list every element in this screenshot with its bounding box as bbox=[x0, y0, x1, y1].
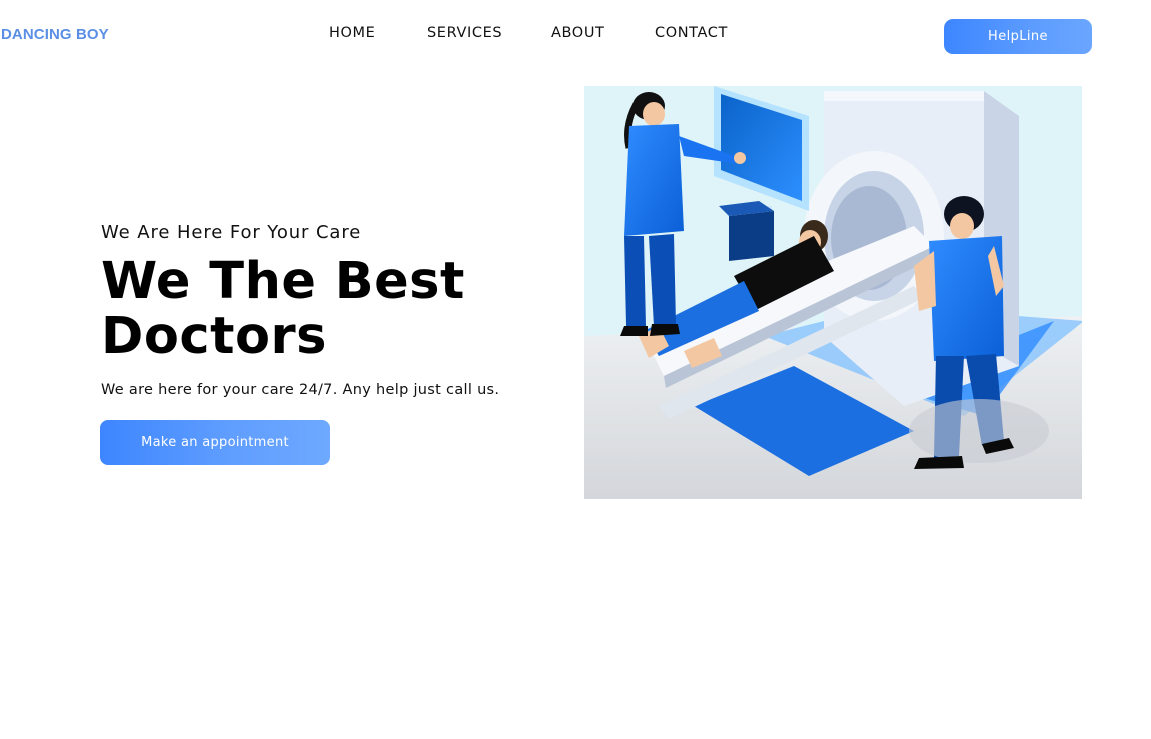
nav-link-home[interactable]: HOME bbox=[329, 25, 375, 41]
hero-illustration bbox=[584, 86, 1082, 499]
nav-link-about[interactable]: ABOUT bbox=[551, 25, 605, 41]
nav-link-services[interactable]: SERVICES bbox=[427, 25, 502, 41]
nav-link-contact[interactable]: CONTACT bbox=[655, 25, 728, 41]
page: DANCING BOY HOME SERVICES ABOUT CONTACT … bbox=[0, 0, 1151, 739]
hero-title: We The Best Doctors bbox=[101, 252, 465, 366]
mri-scene-illustration bbox=[584, 86, 1082, 499]
hero-subtitle: We Are Here For Your Care bbox=[101, 222, 362, 243]
make-appointment-button[interactable]: Make an appointment bbox=[100, 420, 330, 465]
hero-description: We are here for your care 24/7. Any help… bbox=[101, 382, 500, 398]
helpline-button[interactable]: HelpLine bbox=[944, 19, 1092, 54]
